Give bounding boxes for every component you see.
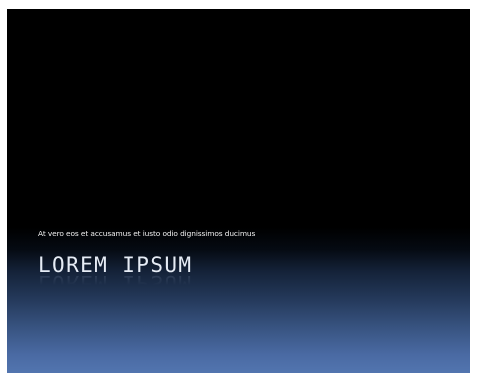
page: At vero eos et accusamus et iusto odio d…	[0, 0, 477, 381]
slide-title-area: LOREM IPSUM LOREM IPSUM	[38, 253, 298, 299]
slide-title[interactable]: LOREM IPSUM	[38, 253, 192, 277]
slide-subtitle[interactable]: At vero eos et accusamus et iusto odio d…	[38, 229, 255, 238]
title-slide[interactable]: At vero eos et accusamus et iusto odio d…	[7, 9, 470, 373]
